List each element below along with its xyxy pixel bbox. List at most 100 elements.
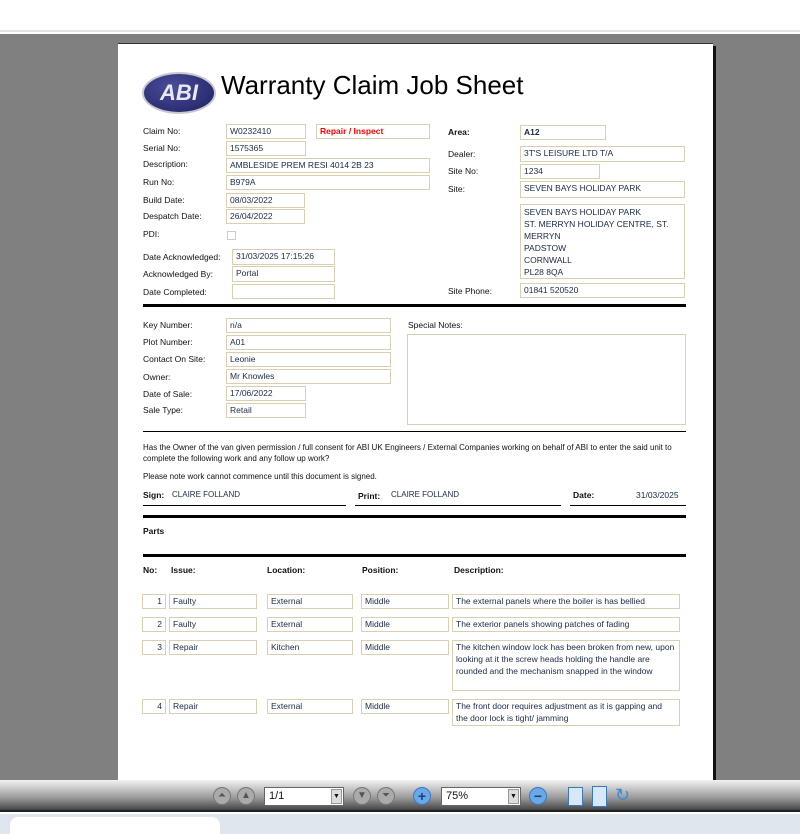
- dealer-label: Dealer:: [448, 149, 476, 159]
- date-of-sale-field: 17/06/2022: [226, 386, 306, 401]
- col-no: No:: [143, 565, 158, 575]
- col-description: Description:: [454, 565, 504, 575]
- run-no-label: Run No:: [143, 177, 175, 187]
- part-location-cell: External: [267, 617, 353, 632]
- run-no-field: B979A: [226, 175, 430, 190]
- pdf-toolbar: ⏶ ▲ 1/1 ▼ ▼ ⏷ + 75% ▼ − ↻: [0, 780, 800, 812]
- col-position: Position:: [362, 565, 399, 575]
- description-label: Description:: [143, 159, 188, 169]
- key-number-field: n/a: [226, 318, 391, 333]
- rotate-icon[interactable]: ↻: [615, 785, 630, 806]
- claim-type-field: Repair / Inspect: [316, 124, 430, 139]
- zoom-select[interactable]: 75% ▼: [441, 787, 521, 806]
- owner-field: Mr Knowles: [226, 369, 391, 384]
- date-completed-label: Date Completed:: [143, 287, 207, 297]
- page-select[interactable]: 1/1 ▼: [264, 787, 344, 806]
- serial-no-field: 1575365: [226, 141, 306, 156]
- address-line: SEVEN BAYS HOLIDAY PARK: [524, 207, 641, 217]
- fit-width-icon[interactable]: [568, 787, 583, 806]
- dealer-field: 3T'S LEISURE LTD T/A: [520, 146, 685, 162]
- ack-by-label: Acknowledged By:: [143, 269, 213, 279]
- claim-no-label: Claim No:: [143, 126, 181, 136]
- site-phone-label: Site Phone:: [448, 286, 492, 296]
- part-location-cell: External: [267, 594, 353, 609]
- note-text: Please note work cannot commence until t…: [143, 472, 377, 481]
- part-position-cell: Middle: [361, 594, 449, 609]
- site-label: Site:: [448, 184, 466, 194]
- part-issue-cell: Repair: [169, 640, 257, 655]
- date-value: 31/03/2025: [636, 490, 679, 500]
- part-description-cell: The front door requires adjustment as it…: [452, 699, 680, 726]
- zoom-out-button[interactable]: −: [529, 787, 547, 805]
- part-description-cell: The kitchen window lock has been broken …: [452, 640, 680, 691]
- special-notes-field: [407, 334, 686, 425]
- section-divider: [143, 515, 686, 518]
- despatch-date-label: Despatch Date:: [143, 211, 202, 221]
- fit-page-icon[interactable]: [592, 786, 607, 807]
- address-line: MERRYN: [524, 231, 561, 241]
- page-title: Warranty Claim Job Sheet: [221, 70, 524, 100]
- site-no-label: Site No:: [448, 166, 479, 176]
- site-phone-field: 01841 520520: [520, 283, 685, 298]
- address-line: CORNWALL: [524, 255, 572, 265]
- despatch-date-field: 26/04/2022: [226, 209, 305, 224]
- print-label: Print:: [358, 491, 381, 501]
- chevron-down-icon: ▼: [508, 789, 519, 804]
- key-number-label: Key Number:: [143, 320, 193, 330]
- part-no-cell: 3: [142, 640, 166, 655]
- divider: [143, 431, 686, 432]
- owner-label: Owner:: [143, 372, 171, 382]
- claim-no-field: W0232410: [226, 124, 306, 139]
- date-of-sale-label: Date of Sale:: [143, 389, 193, 399]
- build-date-field: 08/03/2022: [226, 193, 305, 208]
- browser-top-bar: [0, 0, 800, 32]
- part-description-cell: The external panels where the boiler is …: [452, 594, 680, 609]
- sale-type-label: Sale Type:: [143, 405, 184, 415]
- taskbar-search[interactable]: [10, 817, 220, 834]
- sale-type-field: Retail: [226, 403, 306, 418]
- zoom-in-button[interactable]: +: [413, 787, 431, 805]
- address-line: ST. MERRYN HOLIDAY CENTRE, ST.: [524, 219, 669, 229]
- area-label: Area:: [448, 127, 470, 137]
- taskbar: [0, 814, 800, 834]
- chevron-down-icon: ▼: [331, 789, 342, 804]
- previous-page-button[interactable]: ▲: [237, 787, 255, 805]
- ack-by-field: Portal: [232, 266, 335, 282]
- part-no-cell: 1: [142, 594, 166, 609]
- date-label: Date:: [573, 490, 595, 500]
- special-notes-label: Special Notes:: [408, 320, 463, 330]
- part-position-cell: Middle: [361, 640, 449, 655]
- first-page-button[interactable]: ⏶: [213, 787, 231, 805]
- part-location-cell: Kitchen: [267, 640, 353, 655]
- part-no-cell: 2: [142, 617, 166, 632]
- part-position-cell: Middle: [361, 617, 449, 632]
- site-address-field: SEVEN BAYS HOLIDAY PARK ST. MERRYN HOLID…: [520, 204, 685, 279]
- part-issue-cell: Repair: [169, 699, 257, 714]
- plot-number-label: Plot Number:: [143, 337, 193, 347]
- site-field: SEVEN BAYS HOLIDAY PARK: [520, 181, 685, 198]
- part-issue-cell: Faulty: [169, 594, 257, 609]
- pdi-checkbox[interactable]: [227, 231, 236, 240]
- sign-value: CLAIRE FOLLAND: [172, 490, 241, 499]
- plot-number-field: A01: [226, 335, 391, 350]
- date-completed-field: [232, 284, 335, 299]
- part-location-cell: External: [267, 699, 353, 714]
- consent-text: Has the Owner of the van given permissio…: [143, 443, 672, 463]
- page-value: 1/1: [269, 790, 285, 802]
- sign-label: Sign:: [143, 490, 165, 500]
- site-no-field: 1234: [520, 164, 600, 179]
- print-underline: [355, 505, 561, 506]
- part-issue-cell: Faulty: [169, 617, 257, 632]
- date-ack-field: 31/03/2025 17:15:26: [232, 249, 335, 265]
- address-line: PADSTOW: [524, 243, 567, 253]
- last-page-button[interactable]: ⏷: [377, 787, 395, 805]
- contact-field: Leonie: [226, 352, 391, 367]
- build-date-label: Build Date:: [143, 195, 185, 205]
- serial-no-label: Serial No:: [143, 143, 181, 153]
- next-page-button[interactable]: ▼: [353, 787, 371, 805]
- part-no-cell: 4: [142, 699, 166, 714]
- pdi-label: PDI:: [143, 229, 160, 239]
- abi-logo: ABI: [142, 72, 216, 114]
- zoom-value: 75%: [446, 790, 469, 802]
- col-issue: Issue:: [171, 565, 196, 575]
